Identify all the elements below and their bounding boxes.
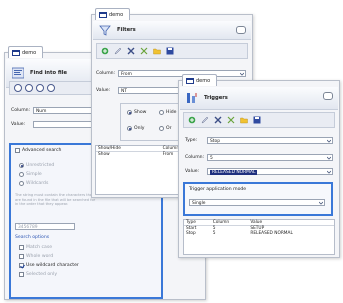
trigger-mode-group: Trigger application mode Single bbox=[183, 182, 333, 216]
filters-tab-label: demo bbox=[109, 11, 124, 18]
window-icon bbox=[12, 49, 20, 56]
filters-column-value: From bbox=[121, 72, 132, 77]
find-prev-button[interactable] bbox=[25, 84, 33, 92]
mode-wildcards-radio[interactable] bbox=[19, 181, 24, 186]
chevron-down-icon bbox=[327, 170, 331, 174]
delete-icon[interactable] bbox=[127, 47, 135, 55]
edit-icon[interactable] bbox=[201, 116, 209, 124]
hide-radio[interactable] bbox=[159, 110, 164, 115]
triggers-tab-label: demo bbox=[196, 77, 211, 84]
mode-wildcards-label: Wildcards bbox=[26, 181, 49, 186]
trigger-mode-value: Single bbox=[192, 201, 206, 206]
filters-mode-group: Show Hide Only Or bbox=[120, 103, 182, 141]
advanced-checkbox[interactable] bbox=[15, 148, 20, 153]
filters-title: Filters bbox=[117, 27, 136, 33]
chevron-down-icon bbox=[319, 201, 323, 205]
save-icon[interactable] bbox=[166, 47, 174, 55]
table-cell: Show bbox=[98, 152, 110, 157]
filter-icon bbox=[99, 25, 111, 36]
triggers-column-label: Column: bbox=[185, 155, 205, 160]
triggers-value-label: Value: bbox=[185, 169, 200, 174]
find-column-value: Num bbox=[36, 109, 47, 114]
filters-tab[interactable]: demo bbox=[95, 8, 131, 20]
filters-header: Filters bbox=[93, 21, 251, 40]
triggers-type-select[interactable]: Stop bbox=[207, 137, 333, 144]
or-label: Or bbox=[166, 126, 172, 131]
edit-icon[interactable] bbox=[114, 47, 122, 55]
sample-input[interactable]: 3456789 bbox=[15, 223, 75, 230]
triggers-column-select[interactable]: 5 bbox=[207, 154, 333, 161]
triggers-table: Type Column Value Start 5 SETUP Stop 5 R… bbox=[183, 219, 335, 255]
find-value-label: Value: bbox=[11, 122, 26, 127]
filters-column-label: Column: bbox=[96, 71, 116, 76]
add-icon[interactable] bbox=[188, 116, 196, 124]
folder-icon[interactable] bbox=[153, 47, 161, 55]
delete-icon[interactable] bbox=[214, 116, 222, 124]
table-cell: Stop bbox=[186, 231, 196, 236]
only-radio[interactable] bbox=[127, 126, 132, 131]
trigger-mode-select[interactable]: Single bbox=[189, 199, 325, 206]
match-case-checkbox[interactable] bbox=[19, 245, 24, 250]
mode-simple-radio[interactable] bbox=[19, 172, 24, 177]
window-icon bbox=[99, 11, 107, 18]
search-options-label: Search options bbox=[15, 235, 50, 240]
filters-close-icon[interactable] bbox=[236, 26, 246, 34]
filters-value-text: NT bbox=[121, 89, 127, 94]
advanced-label: Advanced search bbox=[22, 148, 62, 153]
mode-unrestricted-label: Unrestricted bbox=[26, 163, 55, 168]
triggers-icon bbox=[187, 93, 197, 103]
filters-toolbar bbox=[96, 43, 248, 59]
clear-icon[interactable] bbox=[140, 47, 148, 55]
triggers-value-select[interactable]: RELEASED NORMAL bbox=[207, 168, 333, 175]
trigger-mode-label: Trigger application mode bbox=[189, 187, 247, 192]
triggers-tab[interactable]: demo bbox=[182, 74, 218, 86]
sample-value: 3456789 bbox=[18, 225, 38, 230]
or-radio[interactable] bbox=[159, 126, 164, 131]
triggers-window: demo Triggers Type: Stop Column: 5 Value… bbox=[178, 74, 340, 258]
window-icon bbox=[186, 77, 194, 84]
table-cell: RELEASED NORMAL bbox=[250, 231, 293, 236]
triggers-type-value: Stop bbox=[210, 139, 220, 144]
show-radio[interactable] bbox=[127, 110, 132, 115]
triggers-toolbar bbox=[183, 112, 335, 128]
triggers-header: Triggers bbox=[180, 87, 338, 110]
triggers-column-value: 5 bbox=[210, 156, 213, 161]
find-next-button[interactable] bbox=[36, 84, 44, 92]
whole-word-label: Whole word bbox=[26, 254, 54, 259]
find-title: Find into file bbox=[30, 70, 67, 76]
find-tab-label: demo bbox=[22, 49, 37, 56]
find-last-button[interactable] bbox=[47, 84, 55, 92]
folder-icon[interactable] bbox=[240, 116, 248, 124]
mode-simple-label: Simple bbox=[26, 172, 42, 177]
chevron-down-icon bbox=[240, 72, 244, 76]
table-row[interactable]: Stop 5 RELEASED NORMAL bbox=[184, 231, 334, 236]
find-column-label: Column: bbox=[11, 108, 31, 113]
triggers-title: Triggers bbox=[204, 95, 228, 101]
match-case-label: Match case bbox=[26, 245, 53, 250]
triggers-type-label: Type: bbox=[185, 138, 198, 143]
triggers-close-icon[interactable] bbox=[323, 92, 333, 100]
hide-label: Hide bbox=[166, 110, 177, 115]
find-icon bbox=[12, 67, 24, 79]
find-tab[interactable]: demo bbox=[8, 46, 44, 58]
mode-unrestricted-radio[interactable] bbox=[19, 163, 24, 168]
wildcard-label: Use wildcard character bbox=[26, 263, 79, 268]
table-cell: 5 bbox=[212, 231, 216, 236]
only-label: Only bbox=[134, 126, 145, 131]
wildcard-checkbox[interactable] bbox=[19, 263, 24, 268]
clear-icon[interactable] bbox=[227, 116, 235, 124]
save-icon[interactable] bbox=[253, 116, 261, 124]
show-label: Show bbox=[134, 110, 147, 115]
find-first-button[interactable] bbox=[14, 84, 22, 92]
chevron-down-icon bbox=[327, 156, 331, 160]
whole-word-checkbox[interactable] bbox=[19, 254, 24, 259]
mode-description: The string must contain the characters t… bbox=[15, 193, 96, 206]
triggers-value-text: RELEASED NORMAL bbox=[210, 170, 258, 175]
chevron-down-icon bbox=[327, 139, 331, 143]
selected-only-label: Selected only bbox=[26, 272, 58, 277]
filters-value-label: Value: bbox=[96, 88, 111, 93]
add-icon[interactable] bbox=[101, 47, 109, 55]
selected-only-checkbox[interactable] bbox=[19, 272, 24, 277]
